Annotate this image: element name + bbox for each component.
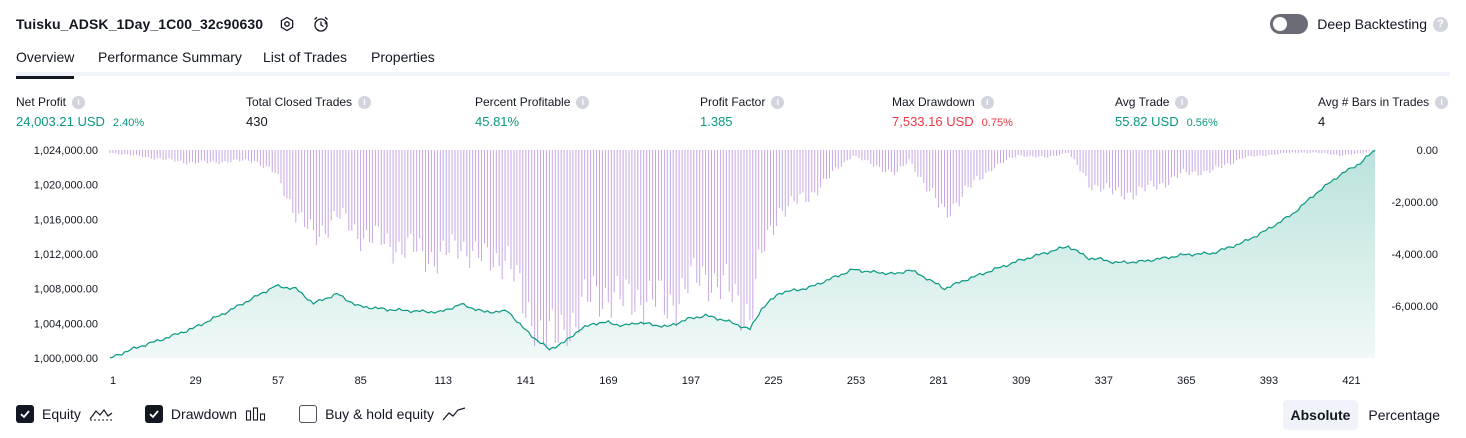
stat-value: 7,533.16 USD bbox=[892, 114, 974, 129]
x-axis-tick: 197 bbox=[682, 375, 700, 387]
x-axis-tick: 1 bbox=[110, 375, 116, 387]
stat-value: 45.81% bbox=[475, 114, 520, 129]
info-icon[interactable]: i bbox=[771, 95, 785, 109]
equity-checkbox[interactable] bbox=[16, 405, 34, 423]
x-axis-tick: 365 bbox=[1177, 375, 1195, 387]
equity-line-icon bbox=[89, 406, 113, 422]
left-axis-tick: 1,004,000.00 bbox=[34, 318, 98, 330]
tab-properties[interactable]: Properties bbox=[371, 49, 435, 76]
stat-percent-profitable: Percent Profitable i 45.81% bbox=[475, 94, 590, 129]
left-axis-tick: 1,024,000.00 bbox=[34, 145, 98, 157]
stat-percent: 2.40% bbox=[112, 117, 145, 129]
x-axis: 1 29 57 85 113 141 169 197 225 253 281 309 337 365 393… bbox=[110, 375, 1361, 387]
x-axis-tick: 337 bbox=[1095, 375, 1113, 387]
stat-label: Profit Factor bbox=[700, 95, 766, 109]
chart-legend: Equity Drawdown Buy & hold equity bbox=[16, 403, 498, 425]
x-axis-tick: 253 bbox=[847, 375, 865, 387]
left-axis-tick: 1,012,000.00 bbox=[34, 249, 98, 261]
stat-label: Percent Profitable bbox=[475, 95, 571, 109]
legend-label: Equity bbox=[42, 406, 81, 422]
legend-equity[interactable]: Equity bbox=[16, 405, 113, 423]
tab-performance-summary[interactable]: Performance Summary bbox=[98, 49, 242, 76]
stat-max-drawdown: Max Drawdown i 7,533.16 USD 0.75% bbox=[892, 94, 1013, 129]
deep-backtesting: Deep Backtesting ? bbox=[1270, 13, 1448, 35]
x-axis-tick: 421 bbox=[1342, 375, 1360, 387]
stat-avg-trade: Avg Trade i 55.82 USD 0.56% bbox=[1115, 94, 1218, 129]
x-axis-tick: 309 bbox=[1012, 375, 1030, 387]
stat-value: 1.385 bbox=[700, 114, 733, 129]
stat-value: 430 bbox=[246, 114, 268, 129]
stat-avg-bars-in-trades: Avg # Bars in Trades i 4 bbox=[1318, 94, 1449, 129]
x-axis-tick: 57 bbox=[272, 375, 284, 387]
x-axis-tick: 393 bbox=[1260, 375, 1278, 387]
info-icon[interactable]: i bbox=[72, 95, 86, 109]
stat-label: Max Drawdown bbox=[892, 95, 975, 109]
x-axis-tick: 113 bbox=[435, 375, 453, 387]
stat-value: 24,003.21 USD bbox=[16, 114, 105, 129]
stat-value: 55.82 USD bbox=[1115, 114, 1179, 129]
stat-label: Avg Trade bbox=[1115, 95, 1170, 109]
right-axis-tick: 0.00 bbox=[1417, 145, 1438, 157]
deep-backtesting-label: Deep Backtesting bbox=[1317, 16, 1427, 32]
drawdown-bars-icon bbox=[245, 406, 267, 422]
buy-hold-line-icon bbox=[442, 406, 466, 422]
stat-percent: 0.56% bbox=[1186, 117, 1218, 129]
info-icon[interactable]: i bbox=[358, 95, 372, 109]
stat-label: Avg # Bars in Trades bbox=[1318, 95, 1430, 109]
view-toggle: Absolute Percentage bbox=[1282, 400, 1449, 430]
tab-overview[interactable]: Overview bbox=[16, 49, 75, 79]
info-icon[interactable]: i bbox=[1435, 95, 1449, 109]
info-icon[interactable]: i bbox=[980, 95, 994, 109]
help-icon[interactable]: ? bbox=[1433, 16, 1448, 32]
left-axis-tick: 1,008,000.00 bbox=[34, 284, 98, 296]
absolute-button[interactable]: Absolute bbox=[1282, 400, 1359, 430]
stat-label: Total Closed Trades bbox=[246, 95, 353, 109]
strategy-title: Tuisku_ADSK_1Day_1C00_32c90630 bbox=[16, 16, 264, 32]
legend-label: Drawdown bbox=[170, 406, 238, 422]
right-axis: 0.00 -2,000.00 -4,000.00 -6,000.00 bbox=[1392, 145, 1438, 313]
stat-percent: 0.75% bbox=[981, 117, 1013, 129]
toggle-knob bbox=[1273, 17, 1288, 31]
stat-net-profit: Net Profit i 24,003.21 USD 2.40% bbox=[16, 94, 144, 129]
x-axis-tick: 225 bbox=[764, 375, 782, 387]
info-icon[interactable]: i bbox=[1175, 95, 1189, 109]
settings-icon[interactable] bbox=[277, 14, 297, 34]
legend-label: Buy & hold equity bbox=[325, 406, 435, 422]
right-axis-tick: -2,000.00 bbox=[1392, 197, 1438, 209]
tab-bar: Overview Performance Summary List of Tra… bbox=[16, 44, 1450, 79]
info-icon[interactable]: i bbox=[576, 95, 590, 109]
stat-profit-factor: Profit Factor i 1.385 bbox=[700, 94, 785, 129]
percentage-button[interactable]: Percentage bbox=[1360, 400, 1448, 430]
x-axis-tick: 141 bbox=[517, 375, 535, 387]
deep-backtesting-toggle[interactable] bbox=[1270, 14, 1309, 34]
stat-label: Net Profit bbox=[16, 95, 67, 109]
x-axis-tick: 281 bbox=[929, 375, 947, 387]
x-axis-tick: 169 bbox=[599, 375, 617, 387]
x-axis-tick: 85 bbox=[355, 375, 367, 387]
drawdown-checkbox[interactable] bbox=[144, 405, 163, 423]
right-axis-tick: -4,000.00 bbox=[1392, 249, 1438, 261]
tab-list-of-trades[interactable]: List of Trades bbox=[263, 49, 347, 76]
right-axis-tick: -6,000.00 bbox=[1392, 301, 1438, 313]
equity-chart[interactable]: 1,024,000.00 1,020,000.00 1,016,000.00 1,01… bbox=[0, 140, 1466, 395]
left-axis-tick: 1,020,000.00 bbox=[34, 180, 98, 192]
left-axis-tick: 1,000,000.00 bbox=[34, 353, 98, 365]
legend-buy-hold[interactable]: Buy & hold equity bbox=[299, 405, 466, 423]
left-axis: 1,024,000.00 1,020,000.00 1,016,000.00 1,01… bbox=[34, 145, 98, 365]
alarm-clock-icon[interactable] bbox=[311, 14, 331, 34]
stat-total-closed-trades: Total Closed Trades i 430 bbox=[246, 94, 372, 129]
buy-hold-checkbox[interactable] bbox=[299, 405, 318, 423]
x-axis-tick: 29 bbox=[189, 375, 201, 387]
stat-value: 4 bbox=[1318, 114, 1326, 129]
strategy-header: Tuisku_ADSK_1Day_1C00_32c90630 bbox=[16, 12, 331, 36]
equity-area bbox=[110, 150, 1375, 358]
left-axis-tick: 1,016,000.00 bbox=[34, 214, 98, 226]
legend-drawdown[interactable]: Drawdown bbox=[144, 405, 267, 423]
